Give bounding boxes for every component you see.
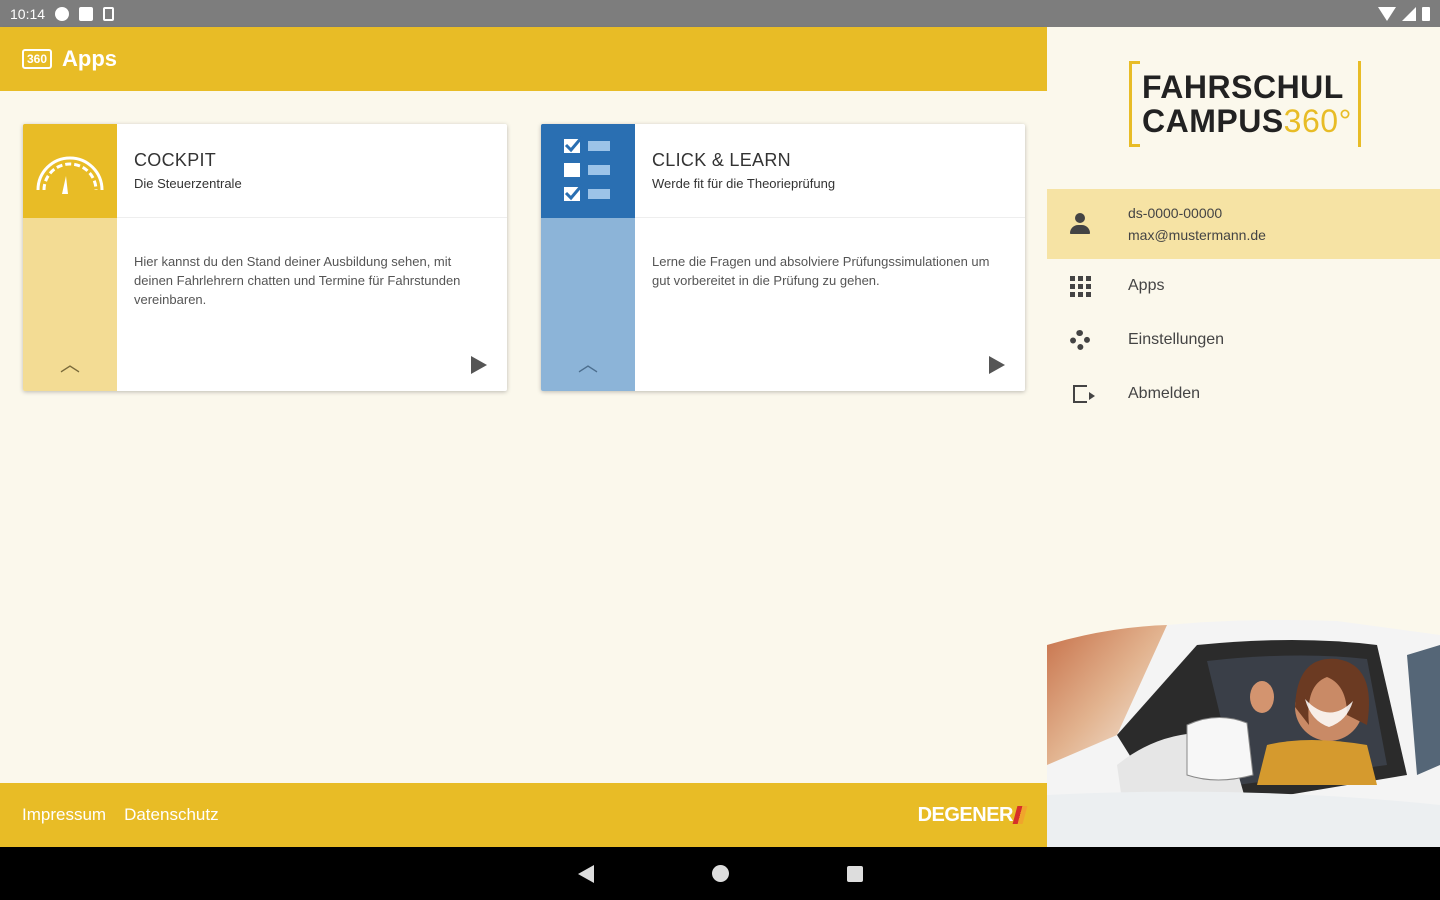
drawer-item-label: Apps <box>1128 277 1165 294</box>
card-icon-tile <box>541 124 635 218</box>
fahrschul-campus-logo: FAHRSCHUL CAMPUS360° <box>1129 61 1361 147</box>
impressum-link[interactable]: Impressum <box>22 805 106 825</box>
chevron-up-icon[interactable]: ︿ <box>23 348 117 377</box>
logout-icon <box>1069 383 1095 405</box>
driver-photo <box>1047 620 1440 847</box>
app-bar: 360 Apps <box>0 27 1047 91</box>
card-subtitle: Die Steuerzentrale <box>134 176 242 191</box>
drawer-item-label: Abmelden <box>1128 385 1201 402</box>
main-content: ︿ COCKPIT Die Steuerzentrale Hier kannst… <box>0 91 1047 783</box>
gear-icon <box>1069 329 1091 351</box>
speedometer-icon <box>36 156 104 194</box>
card-description: Lerne die Fragen und absolviere Prüfungs… <box>652 254 990 288</box>
person-icon <box>1069 213 1091 235</box>
card-subtitle: Werde fit für die Theorieprüfung <box>652 176 836 191</box>
navigation-drawer: FAHRSCHUL CAMPUS360° ds-0000-00000 max@m… <box>1047 27 1440 847</box>
degener-logo-text: DEGENER <box>917 803 1014 826</box>
apps-grid-icon <box>1069 275 1091 297</box>
degener-flag-icon <box>1012 806 1028 824</box>
brand-360: 360° <box>1283 103 1352 139</box>
drawer-item-einstellungen[interactable]: Einstellungen <box>1047 313 1440 367</box>
back-icon[interactable] <box>577 864 594 883</box>
drawer-item-apps[interactable]: Apps <box>1047 259 1440 313</box>
status-time: 10:14 <box>10 5 46 22</box>
home-icon[interactable] <box>711 865 729 882</box>
signal-icon <box>1402 6 1416 21</box>
app-logo-360[interactable]: 360 <box>22 49 53 69</box>
account-info: ds-0000-00000 max@mustermann.de <box>1128 202 1266 246</box>
app-card-cockpit[interactable]: ︿ COCKPIT Die Steuerzentrale Hier kannst… <box>23 124 507 391</box>
account-item[interactable]: ds-0000-00000 max@mustermann.de <box>1047 189 1440 259</box>
brand-line-2: CAMPUS360° <box>1142 103 1352 140</box>
recent-apps-icon[interactable] <box>846 865 863 882</box>
app-card-click-learn[interactable]: ︿ CLICK & LEARN Werde fit für die Theori… <box>541 124 1025 391</box>
play-icon[interactable] <box>471 356 487 374</box>
card-title: CLICK & LEARN <box>652 150 791 170</box>
chevron-up-icon[interactable]: ︿ <box>541 348 635 377</box>
card-side-panel: ︿ <box>23 124 117 391</box>
app-notification-icon <box>79 6 94 21</box>
drawer-item-label: Einstellungen <box>1128 331 1225 348</box>
checklist-icon <box>564 136 610 201</box>
status-bar: 10:14 <box>0 0 1440 300</box>
footer: Impressum Datenschutz DEGENER <box>0 783 1047 847</box>
card-header: COCKPIT Die Steuerzentrale <box>117 124 507 218</box>
card-title: COCKPIT <box>134 150 217 170</box>
system-navigation-bar <box>0 847 1440 900</box>
card-side-panel: ︿ <box>541 124 635 391</box>
play-icon[interactable] <box>989 356 1005 374</box>
battery-icon <box>1422 6 1430 21</box>
card-header: CLICK & LEARN Werde fit für die Theoriep… <box>635 124 1025 218</box>
drawer-item-abmelden[interactable]: Abmelden <box>1047 367 1440 421</box>
brand-campus: CAMPUS <box>1142 103 1284 139</box>
card-icon-tile <box>23 124 117 218</box>
chat-notification-icon <box>55 6 70 21</box>
card-description: Hier kannst du den Stand deiner Ausbildu… <box>134 254 461 307</box>
page-title: Apps <box>62 46 118 71</box>
datenschutz-link[interactable]: Datenschutz <box>124 805 219 825</box>
brand-line-1: FAHRSCHUL <box>1142 69 1344 105</box>
account-email: max@mustermann.de <box>1128 227 1266 243</box>
degener-logo: DEGENER <box>917 803 1028 827</box>
clipboard-icon <box>103 6 115 21</box>
wifi-icon <box>1378 6 1396 21</box>
account-id: ds-0000-00000 <box>1128 205 1223 221</box>
